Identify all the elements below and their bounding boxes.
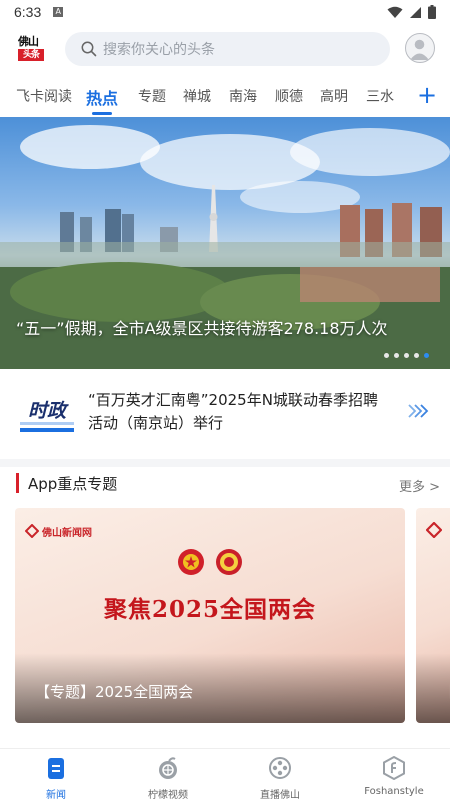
section-divider xyxy=(0,459,450,467)
tab-feika-reading[interactable]: 飞卡阅读 xyxy=(16,86,72,106)
lemon-icon xyxy=(159,757,177,779)
carousel-dot-active[interactable] xyxy=(424,353,429,358)
cell-signal-icon xyxy=(410,6,421,18)
nav-news[interactable]: 新闻 xyxy=(0,749,112,801)
user-avatar-icon[interactable] xyxy=(405,33,435,63)
double-chevron-right-icon[interactable] xyxy=(407,404,429,418)
card-brand-logo: 佛山新闻网 xyxy=(25,521,95,541)
nav-foshanstyle[interactable]: Foshanstyle xyxy=(338,749,450,801)
add-channel-icon[interactable]: + xyxy=(417,83,437,107)
a-badge-icon: A xyxy=(53,7,64,17)
card-caption: 【 xyxy=(440,681,450,702)
topic-card-partial[interactable]: 【 xyxy=(416,508,450,723)
news-doc-icon xyxy=(48,758,64,779)
more-link[interactable]: 更多 > xyxy=(399,476,440,495)
card-caption: 【专题】2025全国两会 xyxy=(35,683,194,701)
foshan-news-logo-icon xyxy=(426,522,442,538)
tab-gaoming[interactable]: 高明 xyxy=(320,86,348,106)
nav-lemon-video[interactable]: 柠檬视频 xyxy=(112,749,224,801)
carousel-dot[interactable] xyxy=(394,353,399,358)
svg-text:时政: 时政 xyxy=(28,400,69,422)
category-tabs: 飞卡阅读 热点 专题 禅城 南海 顺德 高明 三水 + xyxy=(0,78,450,116)
nav-label-news: 新闻 xyxy=(46,790,66,801)
tab-shunde[interactable]: 顺德 xyxy=(275,86,303,106)
nav-label-lemon-video: 柠檬视频 xyxy=(148,790,188,801)
nav-live-foshan[interactable]: 直播佛山 xyxy=(224,749,336,801)
battery-icon xyxy=(428,5,436,19)
banner-caption: “五一”假期，全市A级景区共接待游客278.18万人次 xyxy=(16,319,388,338)
section-accent-bar xyxy=(16,473,19,493)
carousel-indicator xyxy=(384,353,429,358)
tab-chancheng[interactable]: 禅城 xyxy=(183,86,211,106)
nav-label-live-foshan: 直播佛山 xyxy=(260,790,300,801)
tab-hotspot[interactable]: 热点 xyxy=(86,85,118,109)
news-item[interactable]: 时政 “百万英才汇南粤”2025年N城联动春季招聘活动（南京站）举行 xyxy=(0,370,450,458)
app-logo[interactable]: 佛山 头条 xyxy=(18,36,46,62)
logo-text-bottom: 头条 xyxy=(18,49,44,61)
search-placeholder: 搜索你关心的头条 xyxy=(103,42,215,58)
section-title: App重点专题 xyxy=(28,475,118,493)
nav-label-foshanstyle: Foshanstyle xyxy=(364,786,424,797)
card-headline: 聚焦2025全国两会 xyxy=(103,596,316,623)
card-emblems xyxy=(177,548,243,576)
cppcc-emblem-icon xyxy=(216,549,242,575)
status-icons xyxy=(387,5,436,19)
film-reel-icon xyxy=(269,757,291,779)
carousel-dot[interactable] xyxy=(384,353,389,358)
topic-card[interactable]: 佛山新闻网 聚焦2025全国两会 【专题】2025全国两会 xyxy=(15,508,405,723)
tab-topics[interactable]: 专题 xyxy=(138,86,166,106)
shizheng-badge-icon: 时政 xyxy=(20,392,74,434)
wifi-icon xyxy=(387,6,403,18)
foshan-news-logo-icon xyxy=(25,524,39,538)
national-emblem-icon xyxy=(178,549,204,575)
hero-banner[interactable]: “五一”假期，全市A级景区共接待游客278.18万人次 xyxy=(0,117,450,369)
app-header: 佛山 头条 搜索你关心的头条 xyxy=(0,28,450,70)
tab-nanhai[interactable]: 南海 xyxy=(229,86,257,106)
status-bar: 6:33 A xyxy=(0,0,450,24)
active-tab-indicator xyxy=(92,112,112,115)
hexagon-f-icon xyxy=(383,756,405,780)
news-title[interactable]: “百万英才汇南粤”2025年N城联动春季招聘活动（南京站）举行 xyxy=(88,389,388,435)
search-box[interactable]: 搜索你关心的头条 xyxy=(65,32,390,66)
status-time: 6:33 xyxy=(14,4,42,20)
search-icon xyxy=(81,41,97,57)
bottom-navigation: 新闻 柠檬视频 直播佛山 Foshanstyle xyxy=(0,748,450,801)
carousel-dot[interactable] xyxy=(404,353,409,358)
logo-text-top: 佛山 xyxy=(18,35,39,48)
tab-sanshui[interactable]: 三水 xyxy=(366,86,394,106)
card-brand-name: 佛山新闻网 xyxy=(42,527,92,539)
carousel-dot[interactable] xyxy=(414,353,419,358)
